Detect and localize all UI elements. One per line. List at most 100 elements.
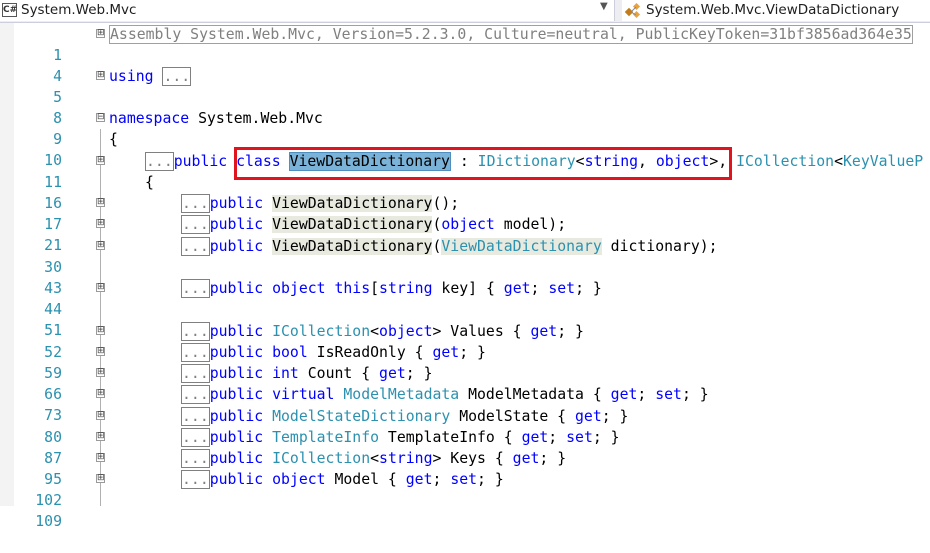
- expand-toggle-icon[interactable]: ⊞: [96, 474, 105, 483]
- navigation-bar: C# System.Web.Mvc ▼ System.Web.Mvc.ViewD…: [0, 0, 930, 23]
- expand-toggle-icon[interactable]: ⊞: [96, 326, 105, 335]
- code-text: ; }: [575, 280, 602, 297]
- code-line[interactable]: 9 ⊟ namespace System.Web.Mvc: [0, 108, 930, 148]
- collapse-toggle-icon[interactable]: ⊟: [96, 113, 105, 122]
- code-line[interactable]: 80 ⊞ ...public ModelStateDictionary Mode…: [0, 406, 930, 446]
- code-line[interactable]: 59 ⊞ ...public bool IsReadOnly { get; }: [0, 342, 930, 382]
- code-line[interactable]: 21 ⊞ ...public ViewDataDictionary(object…: [0, 214, 930, 254]
- keyword: string: [379, 280, 433, 297]
- expand-toggle-icon[interactable]: ⊞: [96, 219, 105, 228]
- code-line[interactable]: 8: [0, 87, 930, 127]
- keyword: public: [209, 471, 264, 488]
- keyword: namespace: [109, 110, 190, 127]
- code-text: <: [834, 153, 843, 170]
- namespace-dropdown-label: System.Web.Mvc: [21, 2, 137, 18]
- keyword: public: [209, 238, 264, 255]
- expand-toggle-icon[interactable]: ⊞: [96, 368, 105, 377]
- collapsed-region[interactable]: ...: [181, 237, 210, 256]
- type-name[interactable]: TemplateInfo: [272, 429, 379, 446]
- type-name[interactable]: ModelMetadata: [343, 386, 459, 403]
- expand-toggle-icon[interactable]: ⊞: [96, 283, 105, 292]
- code-line[interactable]: 44 ⊞ ...public object this[string key] {…: [0, 278, 930, 318]
- namespace-dropdown[interactable]: C# System.Web.Mvc ▼: [0, 0, 615, 21]
- type-name[interactable]: ICollection: [272, 323, 370, 340]
- code-text: ; }: [592, 429, 620, 446]
- expand-toggle-icon[interactable]: ⊞: [96, 198, 105, 207]
- line-number: 109: [35, 513, 62, 530]
- code-line[interactable]: 17 ⊞ ...public ViewDataDictionary();: [0, 193, 930, 233]
- expand-toggle-icon[interactable]: ⊞: [96, 389, 105, 398]
- code-text: ;: [548, 429, 567, 446]
- expand-toggle-icon[interactable]: ⊞: [96, 29, 105, 38]
- type-name[interactable]: KeyValueP: [843, 153, 923, 170]
- expand-toggle-icon[interactable]: ⊞: [96, 156, 105, 165]
- member-name[interactable]: ViewDataDictionary: [272, 238, 433, 255]
- keyword: get: [512, 450, 540, 467]
- keyword: get: [575, 408, 602, 425]
- keyword: int: [272, 365, 299, 382]
- expand-toggle-icon[interactable]: ⊞: [96, 241, 105, 250]
- collapsed-region[interactable]: ...: [181, 449, 210, 468]
- code-line[interactable]: 95 ⊞ ...public ICollection<string> Keys …: [0, 448, 930, 488]
- keyword: virtual: [272, 386, 335, 403]
- keyword: get: [521, 429, 549, 446]
- expand-toggle-icon[interactable]: ⊞: [96, 453, 105, 462]
- code-line[interactable]: 5 ⊞ using ...: [0, 66, 930, 106]
- type-name[interactable]: ModelStateDictionary: [272, 408, 450, 425]
- collapsed-region[interactable]: ...: [181, 364, 210, 383]
- code-text: <: [370, 323, 380, 340]
- expand-toggle-icon[interactable]: ⊞: [96, 411, 105, 420]
- member-name[interactable]: ViewDataDictionary: [272, 216, 433, 233]
- expand-toggle-icon[interactable]: ⊞: [96, 347, 105, 356]
- code-line[interactable]: 1 ⊞ Assembly System.Web.Mvc, Version=5.2…: [0, 24, 930, 64]
- code-line[interactable]: 51: [0, 299, 930, 339]
- code-line[interactable]: 109: [0, 490, 930, 530]
- collapsed-assembly-region[interactable]: Assembly System.Web.Mvc, Version=5.2.3.0…: [109, 25, 913, 44]
- code-line[interactable]: 73 ⊞ ...public virtual ModelMetadata Mod…: [0, 384, 930, 424]
- code-text: ; }: [477, 471, 504, 488]
- collapsed-region[interactable]: ...: [181, 194, 210, 213]
- type-name[interactable]: ViewDataDictionary: [441, 238, 602, 255]
- code-text: > Keys {: [432, 450, 513, 467]
- keyword: public: [209, 344, 264, 361]
- code-line[interactable]: 52 ⊞ ...public ICollection<object> Value…: [0, 321, 930, 361]
- keyword: using: [109, 68, 154, 85]
- keyword: get: [610, 386, 638, 403]
- collapsed-region[interactable]: ...: [181, 279, 210, 298]
- expand-toggle-icon[interactable]: ⊞: [96, 71, 105, 80]
- code-line[interactable]: 16 {: [0, 172, 930, 212]
- namespace-name: System.Web.Mvc: [198, 110, 323, 127]
- collapsed-region[interactable]: ...: [181, 470, 210, 489]
- code-line[interactable]: 30 ⊞ ...public ViewDataDictionary(ViewDa…: [0, 236, 930, 276]
- expand-toggle-icon[interactable]: ⊞: [96, 432, 105, 441]
- code-text: <: [370, 450, 380, 467]
- type-name[interactable]: ICollection: [736, 153, 834, 170]
- code-line[interactable]: 4: [0, 45, 930, 85]
- keyword: object: [379, 323, 433, 340]
- type-name[interactable]: ICollection: [272, 450, 370, 467]
- collapsed-region[interactable]: ...: [181, 215, 210, 234]
- member-name[interactable]: ViewDataDictionary: [272, 195, 433, 212]
- keyword: set: [450, 471, 478, 488]
- code-text: [: [370, 280, 380, 297]
- code-text: ; }: [601, 408, 629, 425]
- collapsed-region[interactable]: ...: [181, 385, 210, 404]
- code-line[interactable]: 66 ⊞ ...public int Count { get; }: [0, 363, 930, 403]
- code-text: Model {: [325, 471, 406, 488]
- keyword: public: [173, 153, 228, 170]
- code-line[interactable]: 87 ⊞ ...public TemplateInfo TemplateInfo…: [0, 427, 930, 467]
- code-text: ;: [637, 386, 656, 403]
- collapsed-region[interactable]: ...: [181, 343, 210, 362]
- collapsed-region[interactable]: ...: [145, 152, 174, 171]
- code-text: ; }: [557, 323, 584, 340]
- collapsed-region[interactable]: ...: [181, 407, 210, 426]
- collapsed-region[interactable]: ...: [181, 428, 210, 447]
- keyword: public: [209, 429, 264, 446]
- member-dropdown[interactable]: System.Web.Mvc.ViewDataDictionary: [622, 0, 930, 21]
- collapsed-region[interactable]: ...: [181, 322, 210, 341]
- chevron-down-icon[interactable]: ▼: [600, 1, 608, 12]
- keyword: public: [209, 216, 264, 233]
- code-line[interactable]: 102 ⊞ ...public object Model { get; set;…: [0, 469, 930, 509]
- collapsed-region[interactable]: ...: [162, 67, 192, 86]
- code-line[interactable]: 43: [0, 257, 930, 297]
